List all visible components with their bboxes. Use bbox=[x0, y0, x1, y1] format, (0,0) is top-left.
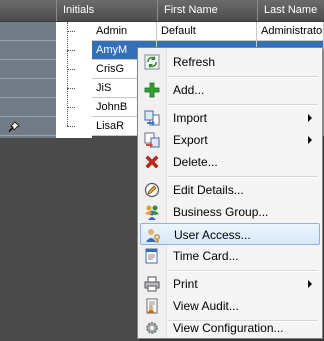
cell-initials[interactable]: Admin bbox=[92, 22, 157, 41]
tree-lines bbox=[56, 22, 92, 138]
row-selector[interactable] bbox=[0, 98, 56, 117]
menu-item-edit-details[interactable]: Edit Details... bbox=[140, 179, 320, 201]
menu-item-label: Business Group... bbox=[173, 205, 269, 219]
pin-icon bbox=[8, 121, 20, 133]
menu-item-delete[interactable]: Delete... bbox=[140, 151, 320, 173]
configuration-icon bbox=[146, 322, 158, 334]
menu-item-label: Edit Details... bbox=[173, 183, 244, 197]
menu-item-label: Print bbox=[173, 277, 198, 291]
row-selector[interactable] bbox=[0, 60, 56, 79]
menu-item-label: View Configuration... bbox=[173, 321, 284, 335]
menu-item-label: Refresh bbox=[173, 55, 216, 69]
menu-item-time-card[interactable]: Time Card... bbox=[140, 245, 320, 267]
menu-item-label: Export bbox=[173, 133, 208, 147]
time-card-icon bbox=[145, 248, 158, 264]
menu-item-add[interactable]: Add... bbox=[140, 79, 320, 101]
delete-icon bbox=[145, 155, 159, 169]
cell-last-name[interactable]: Administrator bbox=[257, 22, 324, 41]
menu-item-refresh[interactable]: Refresh bbox=[140, 51, 320, 73]
user-access-icon bbox=[146, 229, 160, 243]
context-menu: Refresh Add... Import Export Delete... E… bbox=[137, 47, 323, 339]
import-icon bbox=[144, 110, 160, 126]
grid-header: Initials First Name Last Name bbox=[0, 0, 324, 22]
export-icon bbox=[144, 132, 160, 148]
menu-item-view-configuration[interactable]: View Configuration... bbox=[140, 317, 320, 339]
menu-item-export[interactable]: Export bbox=[140, 129, 320, 151]
menu-item-label: User Access... bbox=[174, 228, 251, 242]
menu-item-import[interactable]: Import bbox=[140, 107, 320, 129]
row-selector[interactable] bbox=[0, 79, 56, 98]
add-icon bbox=[144, 82, 160, 98]
print-icon bbox=[144, 276, 160, 292]
menu-item-label: Add... bbox=[173, 83, 205, 97]
menu-item-label: Import bbox=[173, 111, 208, 125]
menu-item-label: Delete... bbox=[173, 155, 218, 169]
menu-item-view-audit[interactable]: View Audit... bbox=[140, 295, 320, 317]
submenu-arrow-icon bbox=[308, 280, 312, 288]
menu-item-business-group[interactable]: Business Group... bbox=[140, 201, 320, 223]
column-header-first-name[interactable]: First Name bbox=[157, 0, 257, 21]
submenu-arrow-icon bbox=[308, 114, 312, 122]
menu-item-user-access[interactable]: User Access... bbox=[140, 223, 320, 245]
cell-first-name[interactable]: Default bbox=[157, 22, 257, 41]
submenu-arrow-icon bbox=[308, 136, 312, 144]
menu-item-label: Time Card... bbox=[173, 249, 239, 263]
audit-icon bbox=[146, 298, 158, 314]
business-group-icon bbox=[145, 205, 159, 220]
refresh-icon bbox=[144, 54, 160, 70]
column-header-initials[interactable]: Initials bbox=[56, 0, 157, 21]
menu-item-label: View Audit... bbox=[173, 299, 239, 313]
row-selector[interactable] bbox=[0, 22, 56, 41]
column-header-last-name[interactable]: Last Name bbox=[257, 0, 324, 21]
edit-icon bbox=[144, 182, 160, 198]
menu-item-print[interactable]: Print bbox=[140, 273, 320, 295]
row-selector[interactable] bbox=[0, 41, 56, 60]
